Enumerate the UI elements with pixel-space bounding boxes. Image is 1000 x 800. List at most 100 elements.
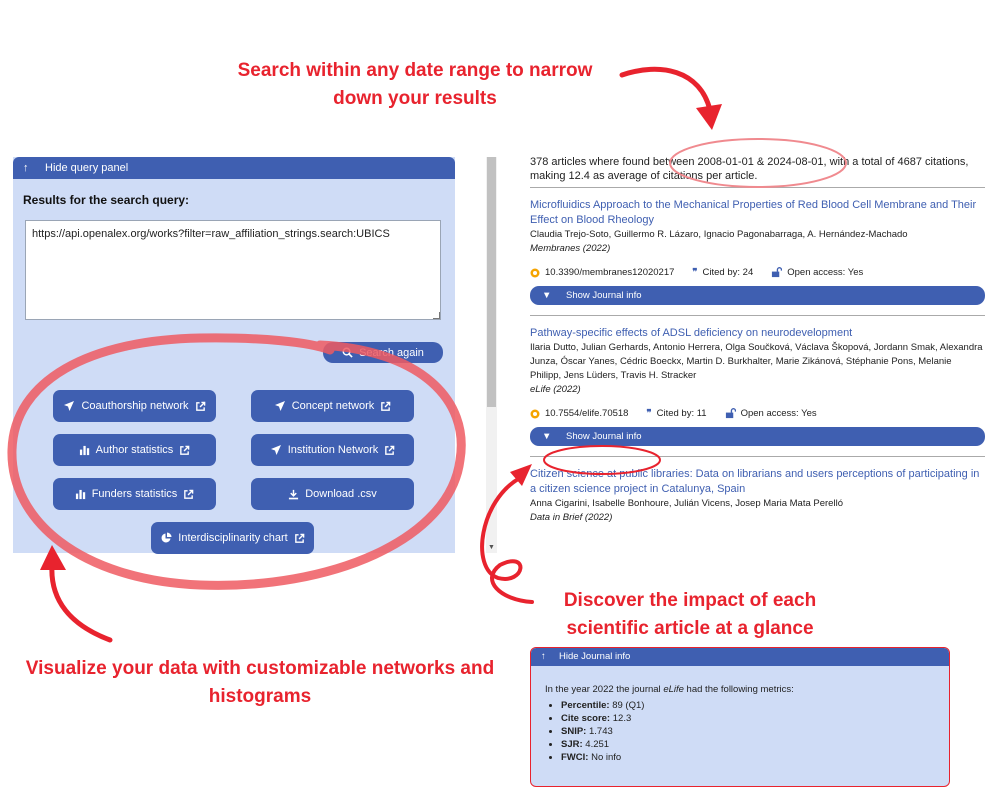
article-journal: Membranes (2022) [530, 243, 611, 254]
scrollbar[interactable]: ▼ [486, 157, 497, 553]
institution-network-button[interactable]: Institution Network [251, 434, 414, 466]
article-open-access: Open access: Yes [740, 408, 817, 419]
hide-query-panel-toggle[interactable]: ↑ Hide query panel [13, 157, 455, 179]
quote-icon: ❞ [692, 267, 698, 278]
callout-impact: Discover the impact of each scientific a… [540, 587, 840, 643]
concept-network-label: Concept network [291, 400, 375, 412]
metric-item: SNIP: 1.743 [561, 725, 949, 738]
author-statistics-button[interactable]: Author statistics [53, 434, 216, 466]
metric-value: 4.251 [582, 739, 610, 750]
journal-metrics-list: Percentile: 89 (Q1) Cite score: 12.3 SNI… [531, 699, 949, 764]
funders-statistics-label: Funders statistics [91, 488, 178, 500]
hide-journal-info-label: Hide Journal info [559, 651, 631, 662]
callout-visualize: Visualize your data with customizable ne… [0, 655, 520, 711]
search-icon [342, 347, 353, 358]
send-icon [270, 445, 281, 455]
interdisciplinarity-chart-button[interactable]: Interdisciplinarity chart [151, 522, 314, 554]
download-icon [289, 489, 299, 499]
interdisciplinarity-chart-label: Interdisciplinarity chart [178, 532, 288, 544]
article-open-access: Open access: Yes [787, 267, 864, 278]
show-journal-info-button[interactable]: ▼ Show Journal info [530, 427, 985, 446]
article-journal: eLife (2022) [530, 384, 581, 395]
concept-network-button[interactable]: Concept network [251, 390, 414, 422]
journal-metrics-intro: In the year 2022 the journal eLife had t… [531, 666, 949, 695]
arrow-up-icon: ↑ [23, 162, 29, 174]
annotation-arrowhead-top [696, 104, 722, 130]
scroll-down-arrow-icon[interactable]: ▼ [488, 544, 495, 551]
article-cited-by: Cited by: 24 [702, 267, 754, 278]
article-title-link[interactable]: Microfluidics Approach to the Mechanical… [530, 198, 985, 228]
download-csv-label: Download .csv [305, 488, 377, 500]
query-textarea[interactable]: https://api.openalex.org/works?filter=ra… [25, 220, 441, 320]
funders-statistics-button[interactable]: Funders statistics [53, 478, 216, 510]
metric-item: Percentile: 89 (Q1) [561, 699, 949, 712]
article-journal: Data in Brief (2022) [530, 512, 613, 523]
send-icon [274, 401, 285, 411]
metric-value: 89 (Q1) [609, 700, 645, 711]
metric-label: Cite score: [561, 713, 611, 724]
article-item: Microfluidics Approach to the Mechanical… [530, 188, 985, 316]
external-link-icon [381, 401, 391, 411]
coauthorship-network-button[interactable]: Coauthorship network [53, 390, 216, 422]
show-journal-info-button[interactable]: ▼ Show Journal info [530, 286, 985, 305]
search-again-button[interactable]: Search again [323, 342, 443, 363]
results-list: 378 articles where found between 2008-01… [530, 155, 985, 534]
intro-suffix: had the following metrics: [683, 684, 794, 695]
article-authors: Anna Cigarini, Isabelle Bonhoure, Julián… [530, 498, 843, 509]
triangle-down-icon: ▼ [542, 431, 552, 442]
intro-prefix: In the year 2022 the journal [545, 684, 664, 695]
quote-icon: ❞ [646, 408, 652, 419]
show-journal-info-label: Show Journal info [566, 431, 642, 442]
results-label: Results for the search query: [23, 193, 190, 207]
resize-grip-icon[interactable] [433, 312, 440, 319]
callout-line: Visualize your data with customizable ne… [25, 658, 495, 679]
article-item: Pathway-specific effects of ADSL deficie… [530, 316, 985, 457]
hide-query-panel-label: Hide query panel [45, 162, 129, 174]
callout-line: Search within any date range to narrow [237, 60, 593, 81]
scrollbar-thumb[interactable] [487, 157, 496, 407]
external-link-icon [294, 533, 305, 543]
article-doi-link[interactable]: 10.7554/elife.70518 [545, 408, 628, 419]
metric-item: FWCI: No info [561, 751, 949, 764]
metric-label: SNIP: [561, 726, 587, 737]
article-title-link[interactable]: Citizen science at public libraries: Dat… [530, 467, 985, 497]
external-link-icon [385, 445, 395, 455]
coauthorship-network-label: Coauthorship network [81, 400, 189, 412]
journal-info-card: ↑ Hide Journal info In the year 2022 the … [530, 647, 950, 787]
download-csv-button[interactable]: Download .csv [251, 478, 414, 510]
callout-line: down your results [333, 88, 497, 109]
annotation-arrow-left [49, 562, 113, 643]
article-authors: Ilaria Dutto, Julian Gerhards, Antonio H… [530, 342, 983, 381]
metric-label: FWCI: [561, 752, 589, 763]
article-meta: 10.7554/elife.70518 ❞ Cited by: 11 Open … [530, 408, 985, 419]
triangle-down-icon: ▼ [542, 290, 552, 301]
external-link-icon [184, 489, 194, 499]
bar-chart-icon [75, 489, 85, 499]
pie-chart-icon [161, 532, 172, 543]
metric-label: Percentile: [561, 700, 610, 711]
results-summary: 378 articles where found between 2008-01… [530, 155, 985, 188]
doi-icon [530, 268, 540, 277]
callout-date-range: Search within any date range to narrow d… [215, 57, 615, 113]
metric-value: 1.743 [586, 726, 613, 737]
external-link-icon [195, 401, 205, 411]
arrow-up-icon: ↑ [541, 651, 546, 662]
callout-line: histograms [208, 686, 312, 707]
article-cited-by: Cited by: 11 [656, 408, 707, 419]
metric-label: SJR: [561, 739, 583, 750]
search-again-label: Search again [359, 346, 424, 359]
bar-chart-icon [79, 445, 89, 455]
hide-journal-info-toggle[interactable]: ↑ Hide Journal info [531, 648, 949, 666]
callout-line: Discover the impact of each [563, 590, 817, 611]
external-link-icon [180, 445, 190, 455]
annotation-arrowhead-mid [510, 464, 532, 486]
article-doi-link[interactable]: 10.3390/membranes12020217 [545, 267, 674, 278]
article-item: Citizen science at public libraries: Dat… [530, 457, 985, 534]
unlock-icon [772, 267, 783, 278]
unlock-icon [725, 408, 736, 419]
annotation-arrow-top [619, 66, 713, 113]
doi-icon [530, 409, 540, 418]
metric-value: No info [588, 752, 622, 763]
article-title-link[interactable]: Pathway-specific effects of ADSL deficie… [530, 326, 985, 341]
metric-item: Cite score: 12.3 [561, 712, 949, 725]
